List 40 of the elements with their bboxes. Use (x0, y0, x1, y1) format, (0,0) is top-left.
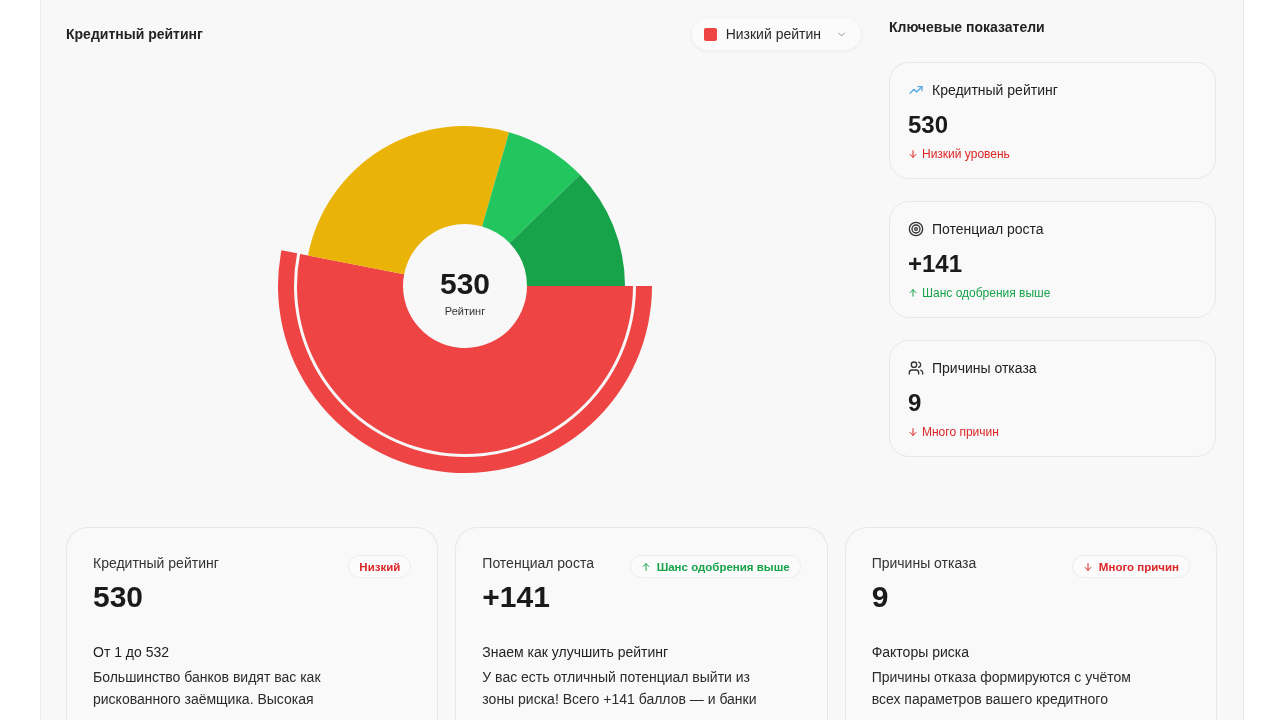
rating-label: Рейтинг (444, 305, 485, 317)
card-value: 9 (871, 579, 890, 615)
section-title: Ключевые показатели (889, 18, 1046, 37)
pie-slice[interactable] (307, 126, 509, 275)
card-title: Причины отказа (871, 554, 977, 573)
metric-title: Потенциал роста (932, 220, 1044, 239)
pie-slice[interactable] (277, 250, 652, 473)
trend-note: Много причин (922, 424, 999, 440)
status-text: Низкий (359, 559, 401, 574)
arrow-down-icon (908, 149, 918, 159)
rating-value: 530 (439, 267, 490, 300)
status-text: Много причин (1098, 559, 1179, 574)
card-value: +141 (482, 579, 551, 615)
card-text: У вас есть отличный потенциал выйти из зоны риска! Всего +141 баллов — и банки (482, 668, 758, 709)
arrow-down-icon (1082, 561, 1093, 572)
card-subtitle: Знаем как улучшить рейтинг (482, 643, 670, 662)
metric-value: 530 (908, 110, 950, 140)
card-text: Причины отказа формируются с учётом всех параметров вашего кредитного (871, 668, 1132, 709)
card-title: Кредитный рейтинг (93, 554, 219, 573)
arrow-up-icon (908, 288, 918, 298)
trend-note: Шанс одобрения выше (922, 285, 1051, 301)
arrow-down-icon (908, 427, 918, 437)
rating-filter-dropdown[interactable]: Низкий рейтин (691, 18, 861, 50)
metric-value: 9 (908, 388, 923, 418)
card-title: Потенциал роста (482, 554, 594, 573)
card-value: 530 (93, 579, 145, 615)
trend-note: Низкий уровень (922, 146, 1010, 162)
users-icon (908, 360, 924, 376)
section-title: Кредитный рейтинг (66, 25, 203, 44)
card-subtitle: От 1 до 532 (93, 643, 171, 662)
metric-value: +141 (908, 249, 964, 279)
metric-title: Кредитный рейтинг (932, 81, 1058, 100)
metric-title: Причины отказа (932, 359, 1037, 378)
pie-slice[interactable] (509, 174, 625, 286)
target-icon (908, 221, 924, 237)
pie-slice[interactable] (481, 132, 580, 243)
card-subtitle: Факторы риска (871, 643, 970, 662)
card-text: Большинство банков видят вас как рискованного заёмщика. Высокая (93, 668, 322, 709)
arrow-up-icon (640, 561, 651, 572)
status-text: Шанс одобрения выше (656, 559, 790, 574)
